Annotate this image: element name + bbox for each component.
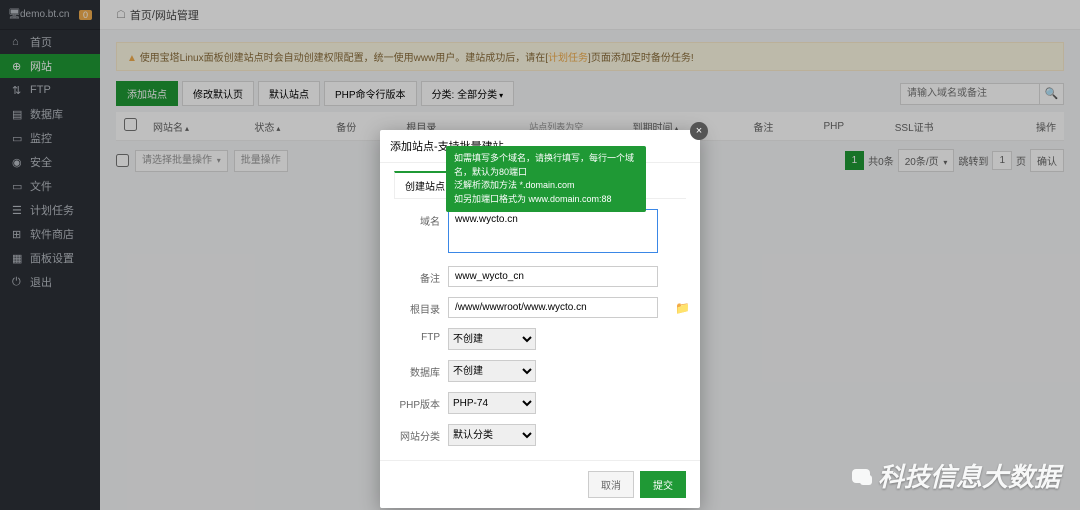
label-domain: 域名 <box>394 209 440 228</box>
label-root: 根目录 <box>394 297 440 316</box>
category-select[interactable]: 默认分类 <box>448 424 536 446</box>
domain-textarea[interactable]: www.wycto.cn <box>448 209 658 253</box>
php-select[interactable]: PHP-74 <box>448 392 536 414</box>
wechat-icon <box>852 469 870 483</box>
modal-close-button[interactable]: × <box>690 122 708 140</box>
close-icon: × <box>696 125 702 137</box>
label-db: 数据库 <box>394 360 440 379</box>
label-cat: 网站分类 <box>394 424 440 443</box>
note-input[interactable] <box>448 266 658 287</box>
domain-tooltip: 如需填写多个域名，请换行填写，每行一个域名，默认为80端口 泛解析添加方法 *.… <box>446 146 646 212</box>
cancel-button[interactable]: 取消 <box>588 471 634 498</box>
label-note: 备注 <box>394 266 440 285</box>
folder-browse-icon[interactable]: 📁 <box>675 301 690 315</box>
root-input[interactable] <box>448 297 658 318</box>
watermark: 科技信息大数据 <box>852 457 1060 494</box>
db-select[interactable]: 不创建 <box>448 360 536 382</box>
label-php: PHP版本 <box>394 392 440 411</box>
ftp-select[interactable]: 不创建 <box>448 328 536 350</box>
label-ftp: FTP <box>394 328 440 343</box>
submit-button[interactable]: 提交 <box>640 471 686 498</box>
